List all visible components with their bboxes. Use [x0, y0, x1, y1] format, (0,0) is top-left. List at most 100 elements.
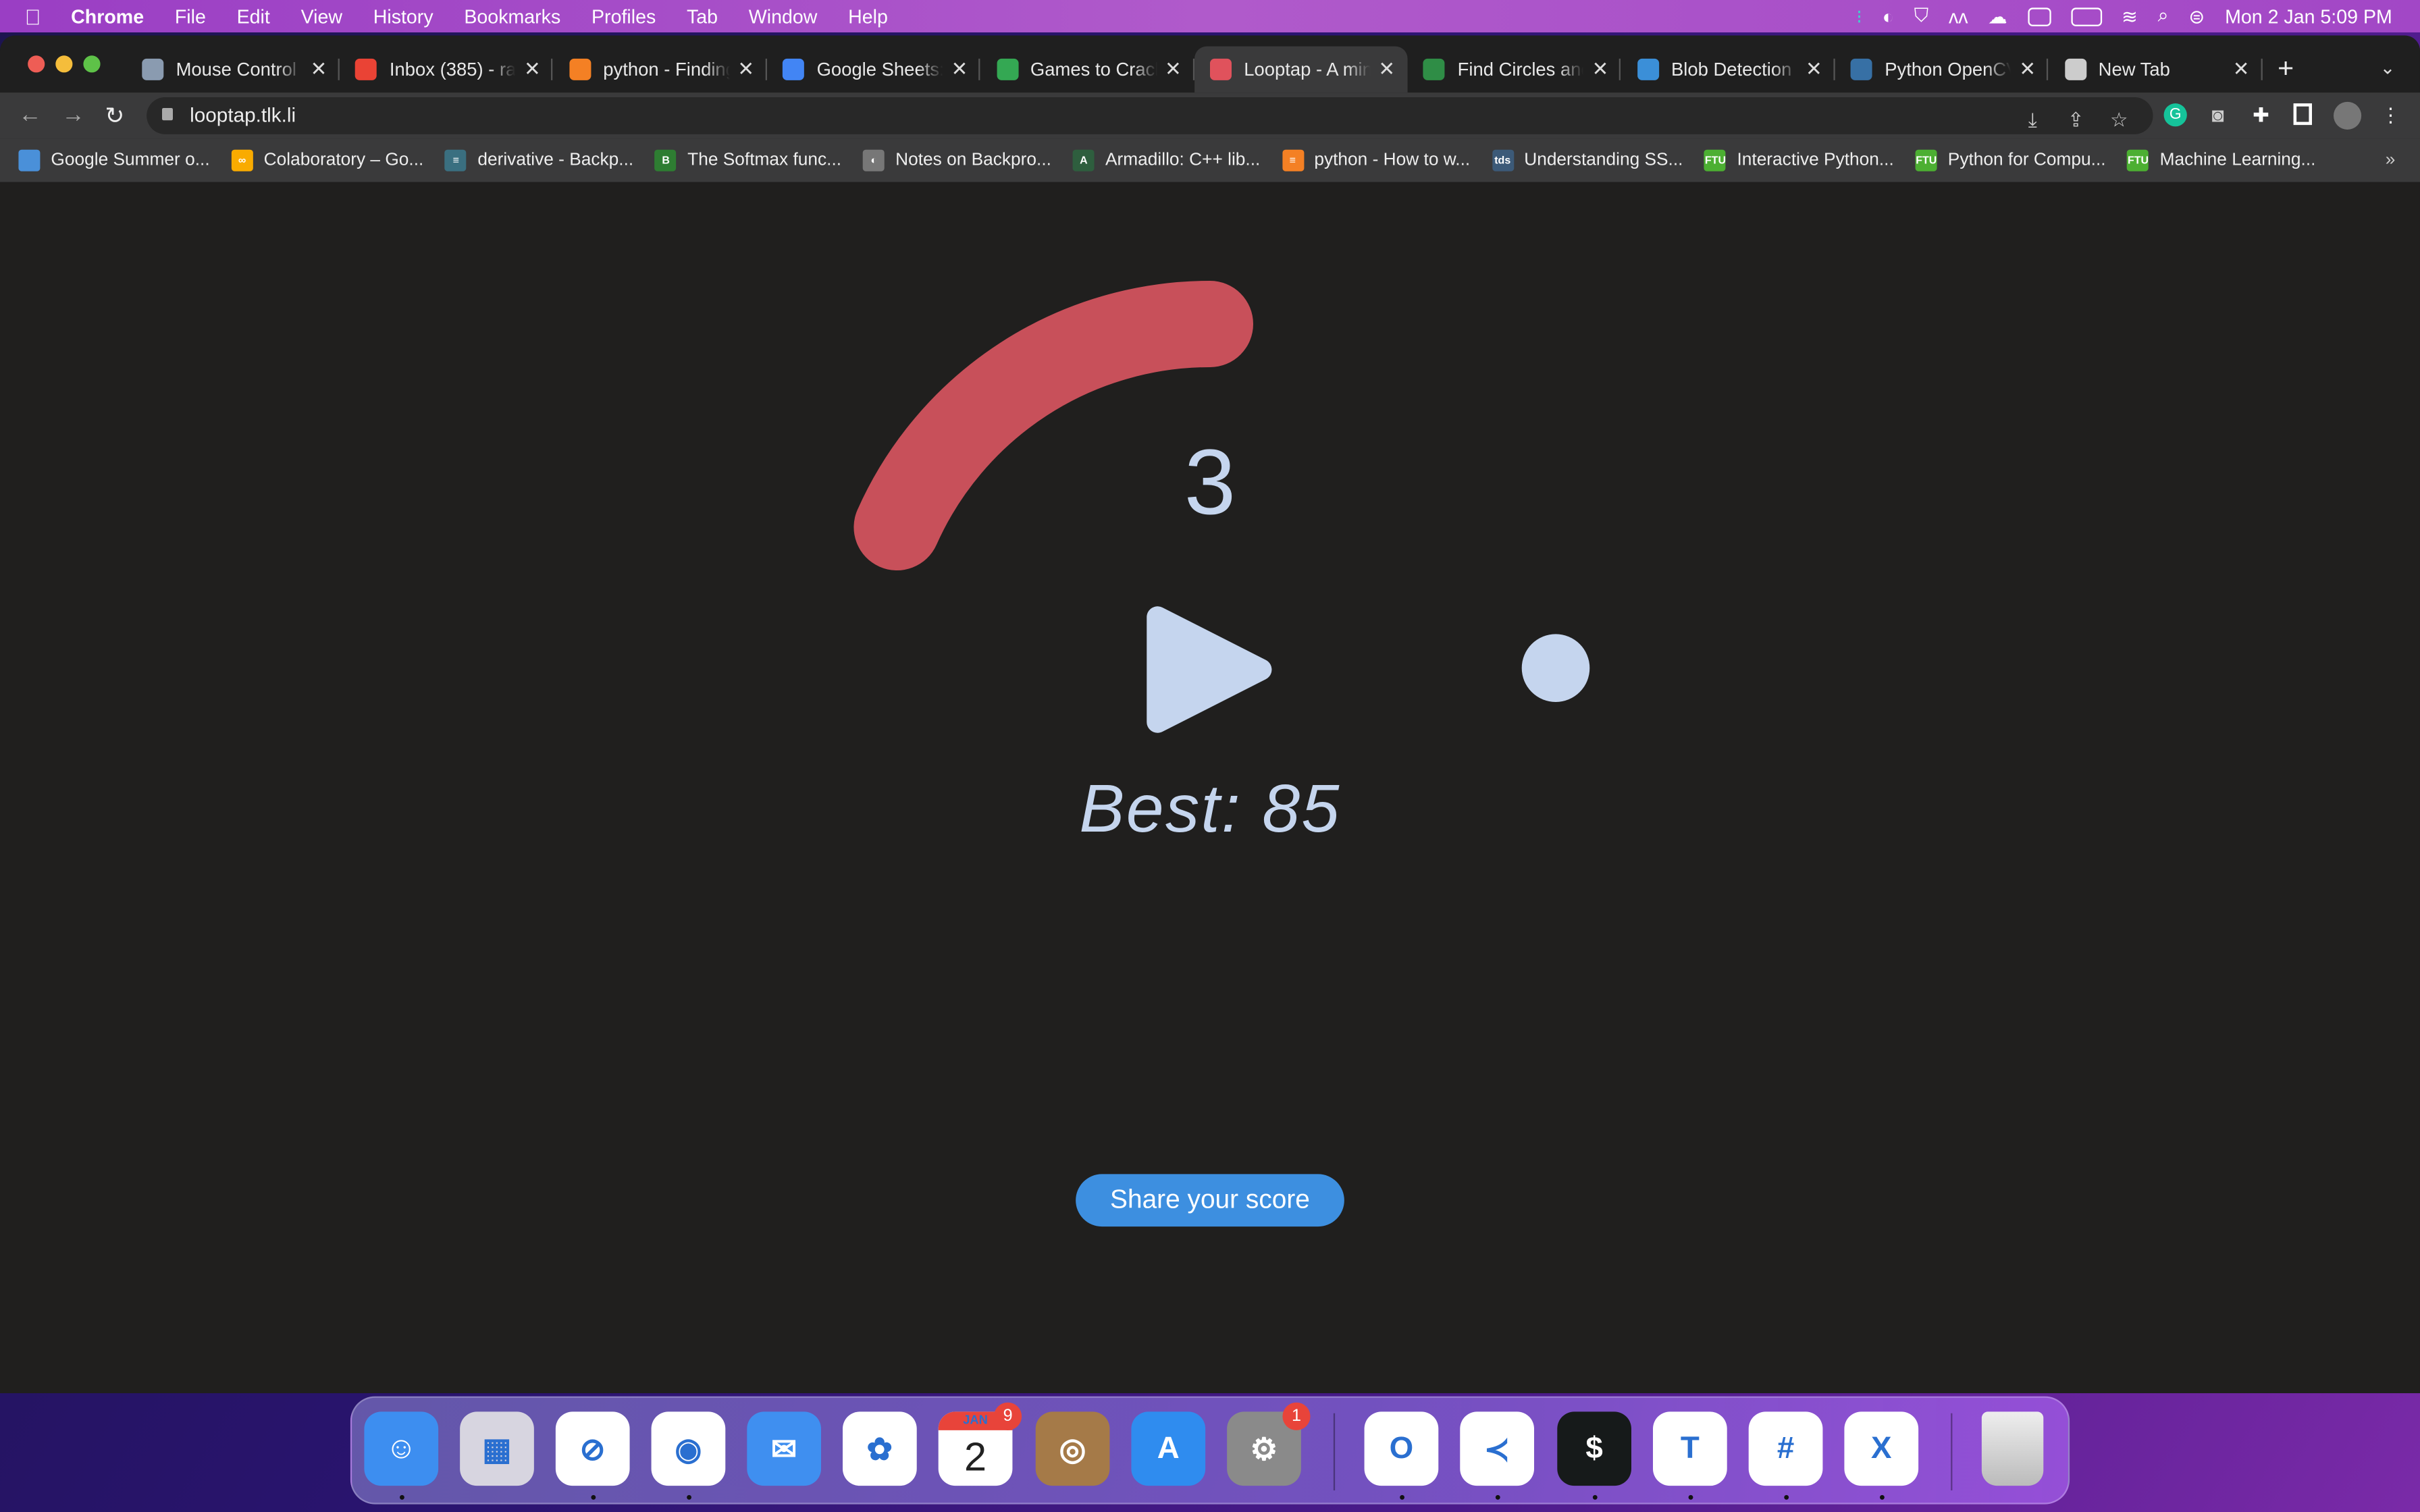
apple-menu-icon[interactable]: 	[25, 4, 47, 29]
address-bar[interactable]: looptap.tlk.li ⤓ ⇪ ☆	[147, 97, 2153, 134]
slack-icon[interactable]: #	[1748, 1411, 1823, 1486]
stackoverflow-icon	[569, 58, 591, 80]
bookmark-item[interactable]: ∞ Colaboratory – Go...	[231, 149, 423, 171]
new-tab-button[interactable]: +	[2269, 51, 2303, 84]
tab-search-chevron-down-icon[interactable]: ⌄	[2371, 51, 2404, 84]
bookmark-item[interactable]: FTU Python for Compu...	[1915, 149, 2106, 171]
tab[interactable]: Google Sheets: (✕	[767, 47, 980, 93]
profile-avatar[interactable]	[2333, 101, 2362, 130]
minimize-window-button[interactable]	[55, 55, 73, 73]
mail-icon[interactable]: ✉	[747, 1411, 821, 1486]
status-app-icon[interactable]: ʌʌ	[1949, 5, 1968, 27]
close-tab-icon[interactable]: ✕	[1592, 57, 1609, 82]
close-tab-icon[interactable]: ✕	[2233, 57, 2250, 82]
menu-edit[interactable]: Edit	[237, 5, 270, 27]
tab[interactable]: Find Circles and ✕	[1408, 47, 1621, 93]
play-icon[interactable]	[1147, 606, 1272, 733]
search-icon[interactable]: ⌕	[2158, 5, 2169, 28]
more-bookmarks-chevron-icon[interactable]: »	[2386, 151, 2396, 169]
close-tab-icon[interactable]: ✕	[1378, 57, 1395, 82]
wifi-icon[interactable]: ≋	[2122, 5, 2138, 28]
url-text[interactable]: looptap.tlk.li	[190, 103, 296, 126]
tab[interactable]: Games to Crack ✕	[981, 47, 1194, 93]
install-icon[interactable]: ⤓	[2022, 109, 2043, 131]
shield-icon[interactable]: ⛉	[1914, 5, 1928, 28]
tab-title: Python OpenCV	[1885, 58, 2011, 80]
tab[interactable]: Python OpenCV ✕	[1835, 47, 2049, 93]
photos-icon[interactable]: ✿	[842, 1411, 917, 1486]
menu-bookmarks[interactable]: Bookmarks	[464, 5, 560, 27]
bookmark-item[interactable]: FTU Machine Learning...	[2127, 149, 2315, 171]
excel-icon[interactable]: X	[1844, 1411, 1919, 1486]
menu-window[interactable]: Window	[749, 5, 818, 27]
battery-icon[interactable]	[2070, 7, 2102, 26]
close-tab-icon[interactable]: ✕	[951, 57, 968, 82]
close-tab-icon[interactable]: ✕	[1165, 57, 1182, 82]
bookmark-item[interactable]: B The Softmax func...	[655, 149, 841, 171]
tab[interactable]: Mouse Control Python ✕	[126, 47, 340, 93]
zoom-window-button[interactable]	[83, 55, 101, 73]
status-app-icon[interactable]: ⁝	[1856, 5, 1862, 28]
tab-active[interactable]: Looptap - A minimal game ✕	[1194, 46, 1408, 93]
tab[interactable]: Inbox (385) - raw ✕	[340, 47, 554, 93]
grammarly-icon[interactable]: G	[2163, 103, 2187, 127]
safari-icon[interactable]: ⊘	[555, 1411, 630, 1486]
bookmark-item[interactable]: ◐ Notes on Backpro...	[863, 149, 1051, 171]
vscode-icon[interactable]: ≺	[1460, 1411, 1534, 1486]
share-icon[interactable]: ⇪	[2065, 109, 2086, 131]
bookmark-label: Understanding SS...	[1524, 151, 1683, 170]
system-preferences-icon[interactable]: ⚙ 1	[1227, 1402, 1311, 1486]
tab[interactable]: New Tab ✕	[2049, 47, 2262, 93]
lock-icon[interactable]	[161, 107, 173, 121]
status-app-icon[interactable]: ◐	[1883, 5, 1894, 27]
menu-tab[interactable]: Tab	[687, 5, 718, 27]
cloud-icon[interactable]: ☁	[1988, 5, 2007, 28]
close-tab-icon[interactable]: ✕	[311, 57, 327, 82]
bookmark-item[interactable]: FTU Interactive Python...	[1704, 149, 1894, 171]
keyboard-icon[interactable]	[2027, 7, 2051, 26]
menu-history[interactable]: History	[373, 5, 433, 27]
share-score-button[interactable]: Share your score	[1076, 1174, 1344, 1227]
python-icon	[1850, 58, 1872, 80]
menu-help[interactable]: Help	[848, 5, 888, 27]
clock[interactable]: Mon 2 Jan 5:09 PM	[2225, 5, 2392, 27]
close-tab-icon[interactable]: ✕	[1806, 57, 1822, 82]
extensions-puzzle-icon[interactable]: ✚	[2251, 104, 2272, 126]
trash-icon[interactable]	[1981, 1411, 2044, 1486]
bookmark-item[interactable]: ≡ python - How to w...	[1282, 149, 1470, 171]
contacts-icon[interactable]: ◎	[1035, 1411, 1110, 1486]
menu-app-name[interactable]: Chrome	[71, 5, 144, 27]
reload-button[interactable]: ↻	[105, 102, 124, 130]
outlook-icon[interactable]: O	[1364, 1411, 1439, 1486]
bookmark-item[interactable]: tds Understanding SS...	[1492, 149, 1683, 171]
bookmark-item[interactable]: A Armadillo: C++ lib...	[1072, 149, 1260, 171]
terminal-icon[interactable]: $	[1557, 1411, 1631, 1486]
menu-profiles[interactable]: Profiles	[591, 5, 656, 27]
close-tab-icon[interactable]: ✕	[2019, 57, 2036, 82]
more-menu-icon[interactable]: ⋮	[2380, 104, 2402, 126]
back-button[interactable]: ←	[18, 102, 41, 128]
camera-icon[interactable]: ◙	[2207, 104, 2229, 126]
tab-separator	[1833, 58, 1835, 80]
tab[interactable]: Blob Detection Using ✕	[1622, 47, 1835, 93]
close-tab-icon[interactable]: ✕	[524, 57, 541, 82]
app-store-icon[interactable]: A	[1131, 1411, 1206, 1486]
calendar-icon[interactable]: JAN 2 9	[938, 1402, 1022, 1486]
bookmark-star-icon[interactable]: ☆	[2108, 109, 2130, 131]
tab[interactable]: python - Finding ✕	[554, 47, 767, 93]
forward-button[interactable]: →	[61, 102, 84, 128]
launchpad-icon[interactable]: ▦	[460, 1411, 534, 1486]
finder-icon[interactable]: ☺	[364, 1411, 439, 1486]
menu-view[interactable]: View	[301, 5, 342, 27]
menu-file[interactable]: File	[175, 5, 206, 27]
close-window-button[interactable]	[28, 55, 45, 73]
bookmark-item[interactable]: Google Summer o...	[18, 149, 210, 171]
side-panel-icon[interactable]	[2293, 103, 2312, 126]
close-tab-icon[interactable]: ✕	[737, 57, 754, 82]
running-indicator	[1688, 1494, 1693, 1500]
game-page[interactable]: 3 Best: 85 Share your score	[0, 182, 2420, 1393]
bookmark-item[interactable]: ≡ derivative - Backp...	[445, 149, 633, 171]
teams-icon[interactable]: T	[1652, 1411, 1727, 1486]
control-center-icon[interactable]: ⊜	[2188, 5, 2205, 28]
chrome-icon[interactable]: ◉	[651, 1411, 726, 1486]
